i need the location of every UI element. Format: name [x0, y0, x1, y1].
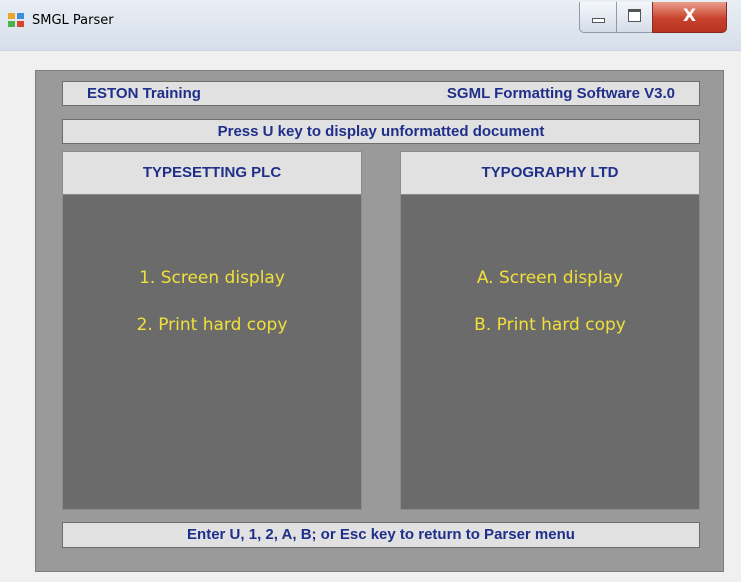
option-a-screen-display[interactable]: A. Screen display	[401, 268, 699, 288]
panel-typography: TYPOGRAPHY LTD A. Screen display B. Prin…	[400, 151, 700, 510]
title-bar[interactable]: SMGL Parser X	[0, 0, 741, 51]
minimize-button[interactable]	[579, 2, 618, 33]
option-2-print-hard-copy[interactable]: 2. Print hard copy	[63, 315, 361, 335]
notice-bar: Press U key to display unformatted docum…	[62, 119, 700, 144]
parser-frame: ESTON Training SGML Formatting Software …	[35, 70, 724, 572]
close-icon: X	[682, 6, 697, 26]
maximize-button[interactable]	[616, 2, 654, 33]
client-area: ESTON Training SGML Formatting Software …	[8, 51, 741, 582]
panel-typesetting: TYPESETTING PLC 1. Screen display 2. Pri…	[62, 151, 362, 510]
option-1-screen-display[interactable]: 1. Screen display	[63, 268, 361, 288]
option-b-print-hard-copy[interactable]: B. Print hard copy	[401, 315, 699, 335]
panel-title: TYPESETTING PLC	[63, 152, 361, 195]
close-button[interactable]: X	[652, 2, 727, 33]
window-title: SMGL Parser	[32, 13, 114, 28]
maximize-icon	[628, 9, 641, 22]
app-icon[interactable]	[8, 13, 25, 28]
header-bar: ESTON Training SGML Formatting Software …	[62, 81, 700, 106]
header-right-label: SGML Formatting Software V3.0	[446, 85, 675, 102]
header-left-label: ESTON Training	[87, 85, 201, 102]
panel-title: TYPOGRAPHY LTD	[401, 152, 699, 195]
footer-instruction-bar: Enter U, 1, 2, A, B; or Esc key to retur…	[62, 522, 700, 548]
minimize-icon	[592, 18, 605, 23]
